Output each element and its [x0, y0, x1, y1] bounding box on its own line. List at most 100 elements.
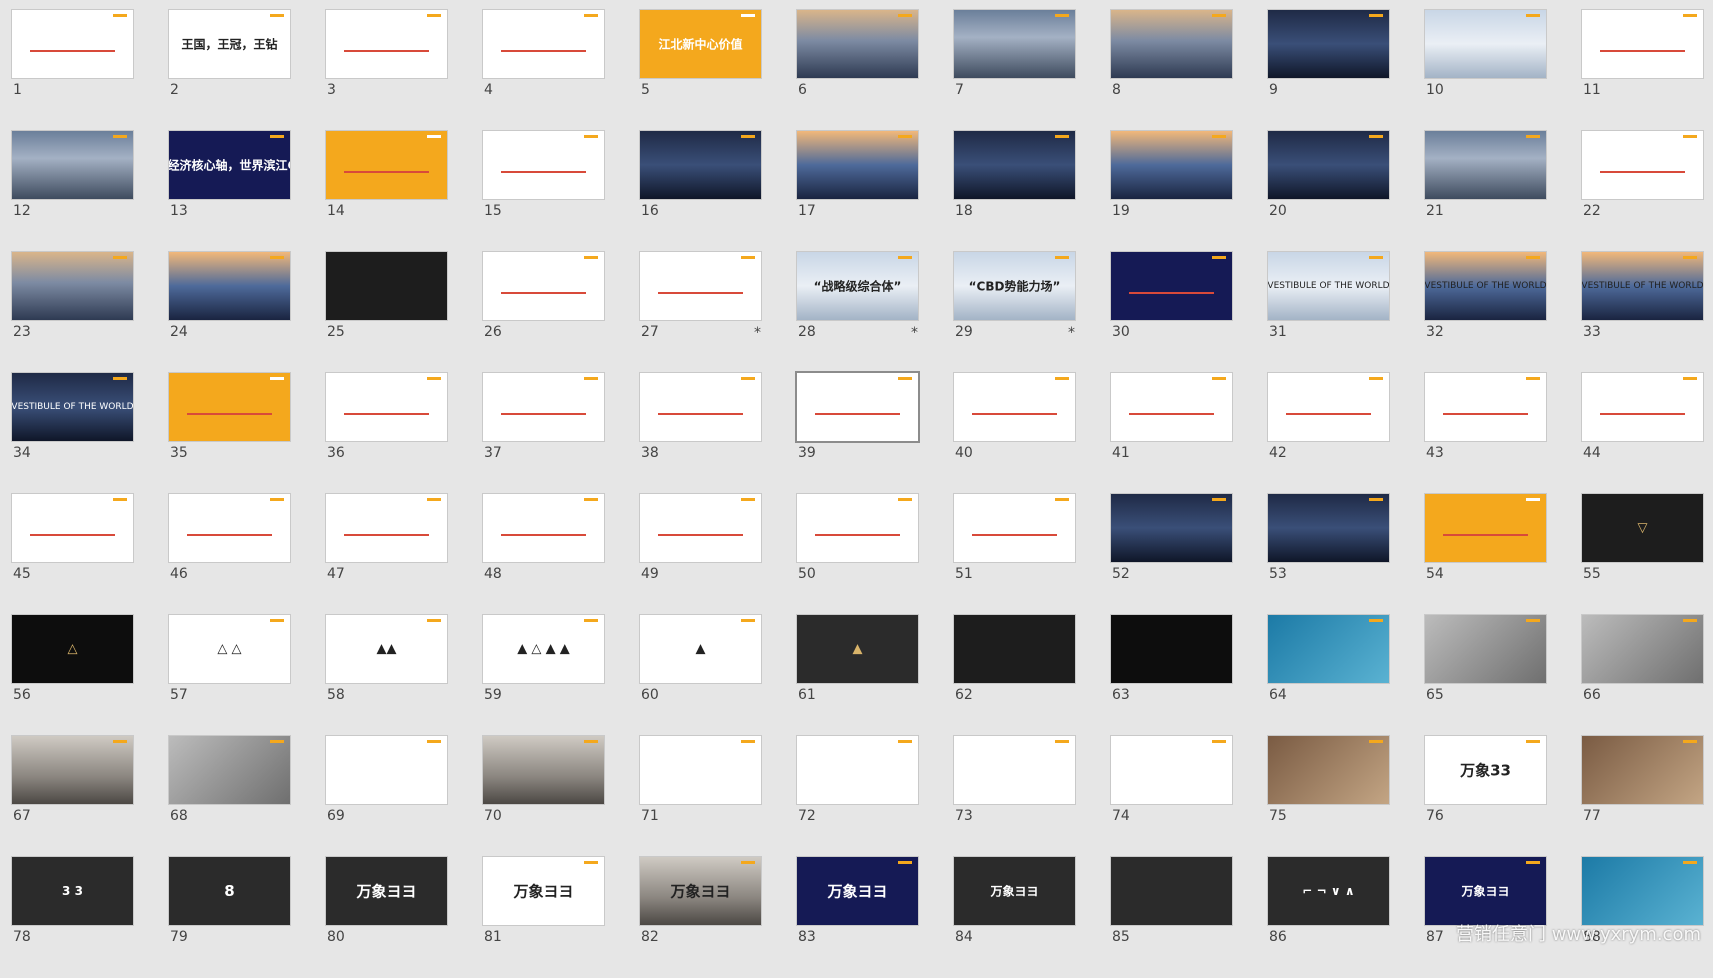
slide-thumbnail[interactable]: ▽: [1582, 494, 1703, 562]
slide-thumbnail[interactable]: [169, 494, 290, 562]
slide-thumbnail[interactable]: [169, 252, 290, 320]
slide-item[interactable]: 35: [169, 373, 290, 494]
slide-thumbnail[interactable]: [954, 736, 1075, 804]
slide-item[interactable]: 万象ヨヨ 87: [1425, 857, 1546, 978]
slide-thumbnail[interactable]: [640, 736, 761, 804]
slide-item[interactable]: 4: [483, 10, 604, 131]
slide-item[interactable]: VESTIBULE OF THE WORLD 31: [1268, 252, 1389, 373]
slide-thumbnail[interactable]: [640, 252, 761, 320]
slide-thumbnail[interactable]: [483, 252, 604, 320]
slide-thumbnail[interactable]: [1111, 131, 1232, 199]
slide-thumbnail[interactable]: [640, 373, 761, 441]
slide-item[interactable]: 3 3 78: [12, 857, 133, 978]
slide-item[interactable]: 19: [1111, 131, 1232, 252]
slide-item[interactable]: 73: [954, 736, 1075, 857]
slide-thumbnail[interactable]: [1425, 131, 1546, 199]
slide-thumbnail[interactable]: [954, 615, 1075, 683]
slide-item[interactable]: 9: [1268, 10, 1389, 131]
slide-item[interactable]: 65: [1425, 615, 1546, 736]
slide-thumbnail[interactable]: [1268, 494, 1389, 562]
slide-item[interactable]: 64: [1268, 615, 1389, 736]
slide-thumbnail[interactable]: [1425, 615, 1546, 683]
slide-item[interactable]: 67: [12, 736, 133, 857]
slide-thumbnail[interactable]: [1582, 131, 1703, 199]
slide-thumbnail[interactable]: [1111, 857, 1232, 925]
slide-item[interactable]: 万象ヨヨ 84: [954, 857, 1075, 978]
slide-thumbnail[interactable]: △: [12, 615, 133, 683]
slide-item[interactable]: ▲ 61: [797, 615, 918, 736]
slide-item[interactable]: 万象ヨヨ 83: [797, 857, 918, 978]
slide-item[interactable]: 21: [1425, 131, 1546, 252]
slide-thumbnail[interactable]: 万象ヨヨ: [1425, 857, 1546, 925]
slide-item[interactable]: 40: [954, 373, 1075, 494]
slide-thumbnail[interactable]: [1111, 736, 1232, 804]
slide-item[interactable]: 王国，王冠，王钻 2: [169, 10, 290, 131]
slide-thumbnail[interactable]: 万象ヨヨ: [326, 857, 447, 925]
slide-thumbnail[interactable]: [483, 10, 604, 78]
slide-item[interactable]: VESTIBULE OF THE WORLD 34: [12, 373, 133, 494]
slide-item[interactable]: 74: [1111, 736, 1232, 857]
slide-thumbnail[interactable]: [12, 736, 133, 804]
slide-item[interactable]: 45: [12, 494, 133, 615]
slide-item[interactable]: 中国经济核心轴，世界滨江CBD 13: [169, 131, 290, 252]
slide-item[interactable]: 62: [954, 615, 1075, 736]
slide-thumbnail[interactable]: [1268, 131, 1389, 199]
slide-thumbnail[interactable]: “CBD势能力场”: [954, 252, 1075, 320]
slide-thumbnail[interactable]: [1268, 736, 1389, 804]
slide-thumbnail[interactable]: 万象ヨヨ: [483, 857, 604, 925]
slide-item[interactable]: 37: [483, 373, 604, 494]
slide-item[interactable]: 68: [169, 736, 290, 857]
slide-thumbnail[interactable]: △ △: [169, 615, 290, 683]
slide-thumbnail[interactable]: 万象33: [1425, 736, 1546, 804]
slide-thumbnail[interactable]: [797, 494, 918, 562]
slide-thumbnail[interactable]: [797, 736, 918, 804]
slide-thumbnail[interactable]: VESTIBULE OF THE WORLD: [1425, 252, 1546, 320]
slide-thumbnail[interactable]: [640, 131, 761, 199]
slide-item[interactable]: 49: [640, 494, 761, 615]
slide-thumbnail[interactable]: [326, 252, 447, 320]
slide-item[interactable]: 85: [1111, 857, 1232, 978]
slide-item[interactable]: 10: [1425, 10, 1546, 131]
slide-thumbnail[interactable]: [483, 494, 604, 562]
slide-item[interactable]: 77: [1582, 736, 1703, 857]
slide-item[interactable]: 63: [1111, 615, 1232, 736]
slide-thumbnail[interactable]: [483, 373, 604, 441]
slide-thumbnail[interactable]: [12, 252, 133, 320]
slide-thumbnail[interactable]: 万象ヨヨ: [640, 857, 761, 925]
slide-thumbnail[interactable]: 万象ヨヨ: [797, 857, 918, 925]
slide-item[interactable]: 14: [326, 131, 447, 252]
slide-item[interactable]: “CBD势能力场” 29 *: [954, 252, 1075, 373]
slide-item[interactable]: 8: [1111, 10, 1232, 131]
slide-thumbnail[interactable]: [797, 131, 918, 199]
slide-thumbnail[interactable]: [954, 131, 1075, 199]
slide-thumbnail[interactable]: [12, 131, 133, 199]
slide-item[interactable]: “战略级综合体” 28 *: [797, 252, 918, 373]
slide-item[interactable]: 23: [12, 252, 133, 373]
slide-thumbnail[interactable]: [1582, 10, 1703, 78]
slide-item[interactable]: 39: [797, 373, 918, 494]
slide-item[interactable]: 万象33 76: [1425, 736, 1546, 857]
slide-item[interactable]: 71: [640, 736, 761, 857]
slide-thumbnail[interactable]: [326, 10, 447, 78]
slide-item[interactable]: ▽ 55: [1582, 494, 1703, 615]
slide-thumbnail[interactable]: ▲: [797, 615, 918, 683]
slide-item[interactable]: ▲ 60: [640, 615, 761, 736]
slide-item[interactable]: 7: [954, 10, 1075, 131]
slide-thumbnail[interactable]: [1425, 494, 1546, 562]
slide-item[interactable]: 41: [1111, 373, 1232, 494]
slide-thumbnail[interactable]: [326, 736, 447, 804]
slide-item[interactable]: 75: [1268, 736, 1389, 857]
slide-thumbnail[interactable]: [483, 736, 604, 804]
slide-item[interactable]: 6: [797, 10, 918, 131]
slide-thumbnail[interactable]: 3 3: [12, 857, 133, 925]
slide-item[interactable]: 36: [326, 373, 447, 494]
slide-item[interactable]: 1: [12, 10, 133, 131]
slide-thumbnail[interactable]: “战略级综合体”: [797, 252, 918, 320]
slide-item[interactable]: △ 56: [12, 615, 133, 736]
slide-item[interactable]: 8 79: [169, 857, 290, 978]
slide-thumbnail[interactable]: [1268, 10, 1389, 78]
slide-item[interactable]: 70: [483, 736, 604, 857]
slide-item[interactable]: VESTIBULE OF THE WORLD 33: [1582, 252, 1703, 373]
slide-item[interactable]: 11: [1582, 10, 1703, 131]
slide-thumbnail[interactable]: [1582, 615, 1703, 683]
